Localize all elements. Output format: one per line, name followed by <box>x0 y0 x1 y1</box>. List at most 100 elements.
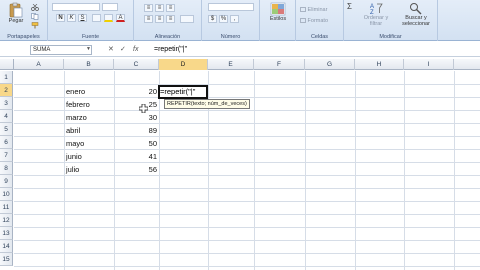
cell-c7[interactable]: 41 <box>114 150 159 163</box>
paste-icon <box>9 2 23 18</box>
format-painter-icon[interactable] <box>31 22 39 29</box>
paste-label: Pegar <box>8 18 24 24</box>
gridline <box>14 175 480 176</box>
bold-button[interactable]: N <box>56 14 65 22</box>
column-header-i[interactable]: I <box>404 59 454 70</box>
percent-button[interactable]: % <box>219 15 228 23</box>
styles-group: Estilos <box>260 0 296 41</box>
row-header-7[interactable]: 7 <box>0 149 13 162</box>
row-header-3[interactable]: 3 <box>0 97 13 110</box>
cell-c4[interactable]: 30 <box>114 111 159 124</box>
font-group-label: Fuente <box>81 34 100 40</box>
cell-c6[interactable]: 50 <box>114 137 159 150</box>
align-center-button[interactable]: ≡ <box>155 15 164 23</box>
font-color-button[interactable]: A <box>116 14 125 22</box>
cell-b6[interactable]: mayo <box>66 137 84 150</box>
cut-icon[interactable] <box>31 4 39 11</box>
merge-button[interactable] <box>180 15 194 23</box>
font-size-select[interactable] <box>102 3 118 11</box>
cell-b4[interactable]: marzo <box>66 111 87 124</box>
gridline <box>14 227 480 228</box>
ribbon: Pegar Portapapeles N K S A Fuente ≡ ≡ ≡ … <box>0 0 480 41</box>
italic-button[interactable]: K <box>67 14 76 22</box>
gridline <box>14 188 480 189</box>
row-header-6[interactable]: 6 <box>0 136 13 149</box>
row-header-4[interactable]: 4 <box>0 110 13 123</box>
row-header-13[interactable]: 13 <box>0 227 13 240</box>
select-all-corner[interactable] <box>0 59 14 70</box>
column-header-h[interactable]: H <box>355 59 404 70</box>
currency-button[interactable]: $ <box>208 15 217 23</box>
alignment-group-label: Alineación <box>154 34 181 40</box>
column-header-d[interactable]: D <box>159 59 208 70</box>
sort-filter-button[interactable]: A Z Ordenar y filtrar <box>358 2 394 27</box>
align-bottom-button[interactable]: ≡ <box>166 4 175 12</box>
row-header-10[interactable]: 10 <box>0 188 13 201</box>
cell-b8[interactable]: julio <box>66 163 79 176</box>
align-middle-button[interactable]: ≡ <box>155 4 164 12</box>
cells-group-label: Celdas <box>310 34 329 40</box>
active-cell-edit-text[interactable]: =repetir("|" <box>160 86 195 98</box>
column-header-b[interactable]: B <box>64 59 114 70</box>
row-header-9[interactable]: 9 <box>0 175 13 188</box>
gridline <box>14 240 480 241</box>
cell-b2[interactable]: enero <box>66 85 85 98</box>
align-top-button[interactable]: ≡ <box>144 4 153 12</box>
row-header-2[interactable]: 2 <box>0 84 13 97</box>
number-format-select[interactable] <box>208 3 254 11</box>
name-box-dropdown-icon[interactable]: ▼ <box>86 46 91 52</box>
row-header-5[interactable]: 5 <box>0 123 13 136</box>
delete-button[interactable]: Eliminar <box>300 7 327 13</box>
cell-c5[interactable]: 89 <box>114 124 159 137</box>
column-headers: A B C D E F G H I <box>0 59 480 70</box>
gridline <box>14 266 480 267</box>
formula-input[interactable]: =repetir("|" <box>152 45 478 55</box>
underline-button[interactable]: S <box>78 14 87 22</box>
modify-group: Σ A Z Ordenar y filtrar Buscar y selecci… <box>344 0 438 41</box>
clipboard-group-label: Portapapeles <box>7 34 40 40</box>
column-header-f[interactable]: F <box>254 59 305 70</box>
cancel-icon[interactable]: ✕ <box>108 45 114 55</box>
paste-button[interactable]: Pegar <box>4 2 28 24</box>
styles-button[interactable]: Estilos <box>264 2 292 22</box>
borders-button[interactable] <box>92 14 101 22</box>
fill-color-button[interactable] <box>104 14 113 22</box>
autosum-button[interactable]: Σ <box>347 2 352 11</box>
number-group: $ % , Número <box>202 0 260 41</box>
insert-function-icon[interactable]: fx <box>133 45 138 55</box>
format-label: Formato <box>307 18 329 24</box>
cell-b3[interactable]: febrero <box>66 98 90 111</box>
cell-c2[interactable]: 20 <box>114 85 159 98</box>
cells-group: Eliminar Formato Celdas <box>296 0 344 41</box>
alignment-group: ≡ ≡ ≡ ≡ ≡ ≡ Alineación <box>134 0 202 41</box>
cell-b7[interactable]: junio <box>66 150 82 163</box>
align-left-button[interactable]: ≡ <box>144 15 153 23</box>
row-header-11[interactable]: 11 <box>0 201 13 214</box>
find-select-button[interactable]: Buscar y seleccionar <box>396 2 436 27</box>
row-header-8[interactable]: 8 <box>0 162 13 175</box>
font-name-select[interactable] <box>52 3 100 11</box>
find-label: Buscar y seleccionar <box>402 15 430 27</box>
row-header-14[interactable]: 14 <box>0 240 13 253</box>
column-header-a[interactable]: A <box>14 59 64 70</box>
find-icon <box>410 3 422 15</box>
styles-icon <box>270 2 286 16</box>
cell-b5[interactable]: abril <box>66 124 80 137</box>
cell-c3[interactable]: 25 <box>114 98 159 111</box>
name-box[interactable]: SUMA <box>30 45 92 55</box>
format-button[interactable]: Formato <box>300 18 328 24</box>
enter-icon[interactable]: ✓ <box>120 45 126 55</box>
copy-icon[interactable] <box>31 13 39 20</box>
column-header-e[interactable]: E <box>208 59 254 70</box>
align-right-button[interactable]: ≡ <box>166 15 175 23</box>
row-header-12[interactable]: 12 <box>0 214 13 227</box>
column-header-g[interactable]: G <box>305 59 355 70</box>
thousands-button[interactable]: , <box>230 15 239 23</box>
column-header-c[interactable]: C <box>114 59 159 70</box>
row-header-15[interactable]: 15 <box>0 253 13 266</box>
gridline <box>14 162 480 163</box>
row-header-1[interactable]: 1 <box>0 71 13 84</box>
cell-c8[interactable]: 56 <box>114 163 159 176</box>
cross-cursor-icon <box>139 104 148 113</box>
gridline <box>14 253 480 254</box>
